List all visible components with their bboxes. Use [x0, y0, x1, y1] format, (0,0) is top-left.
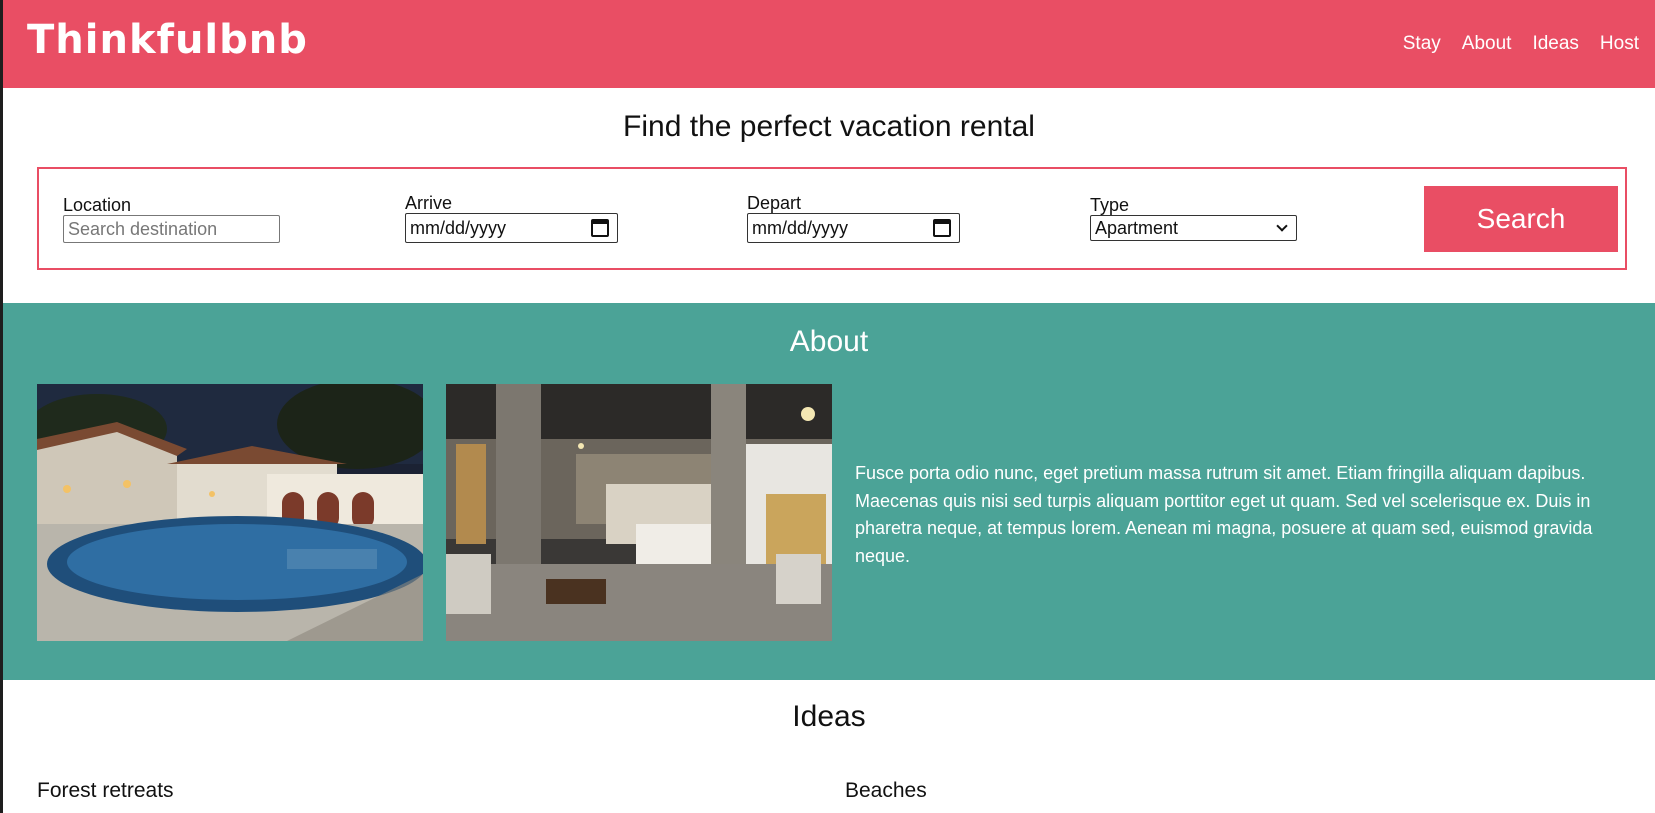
depart-field-group: Depart mm/dd/yyyy — [747, 193, 960, 243]
arrive-label: Arrive — [405, 193, 453, 213]
location-label: Location — [63, 195, 132, 215]
idea-item[interactable]: Beaches — [845, 779, 927, 803]
nav-link-about[interactable]: About — [1462, 33, 1512, 55]
nav-link-host[interactable]: Host — [1600, 33, 1639, 55]
depart-date-input[interactable]: mm/dd/yyyy — [747, 213, 960, 243]
villa-pool-photo — [37, 384, 423, 641]
location-field-group: Location Search destination — [63, 195, 280, 243]
calendar-icon[interactable] — [933, 219, 951, 237]
page: Thinkfulbnb Stay About Ideas Host Find t… — [3, 0, 1655, 813]
type-label: Type — [1090, 195, 1130, 215]
search-button[interactable]: Search — [1424, 186, 1618, 252]
type-select-value: Apartment — [1095, 217, 1179, 238]
site-logo[interactable]: Thinkfulbnb — [27, 17, 308, 63]
search-section-title: Find the perfect vacation rental — [623, 110, 1035, 143]
chevron-down-icon — [1276, 220, 1288, 232]
depart-label: Depart — [747, 193, 802, 213]
about-title: About — [789, 325, 869, 358]
nav-link-ideas[interactable]: Ideas — [1532, 33, 1578, 55]
type-field-group: Type Apartment — [1090, 195, 1297, 241]
loft-bedroom-photo — [446, 384, 832, 641]
arrive-field-group: Arrive mm/dd/yyyy — [405, 193, 618, 243]
type-select[interactable]: Apartment — [1090, 215, 1297, 241]
nav-link-stay[interactable]: Stay — [1403, 33, 1441, 55]
about-section: About Fusce porta odio nunc, eget pretiu… — [3, 303, 1655, 680]
main-nav: Stay About Ideas Host — [1403, 33, 1639, 55]
ideas-title: Ideas — [792, 700, 866, 733]
idea-item[interactable]: Forest retreats — [37, 779, 174, 803]
arrive-date-value: mm/dd/yyyy — [410, 217, 507, 238]
about-paragraph: Fusce porta odio nunc, eget pretium mass… — [855, 463, 1593, 566]
depart-date-value: mm/dd/yyyy — [752, 217, 849, 238]
top-navbar: Thinkfulbnb Stay About Ideas Host — [3, 0, 1655, 88]
calendar-icon[interactable] — [591, 219, 609, 237]
arrive-date-input[interactable]: mm/dd/yyyy — [405, 213, 618, 243]
search-form: Location Search destination Arrive mm/dd… — [37, 167, 1627, 270]
location-input[interactable]: Search destination — [63, 215, 280, 243]
